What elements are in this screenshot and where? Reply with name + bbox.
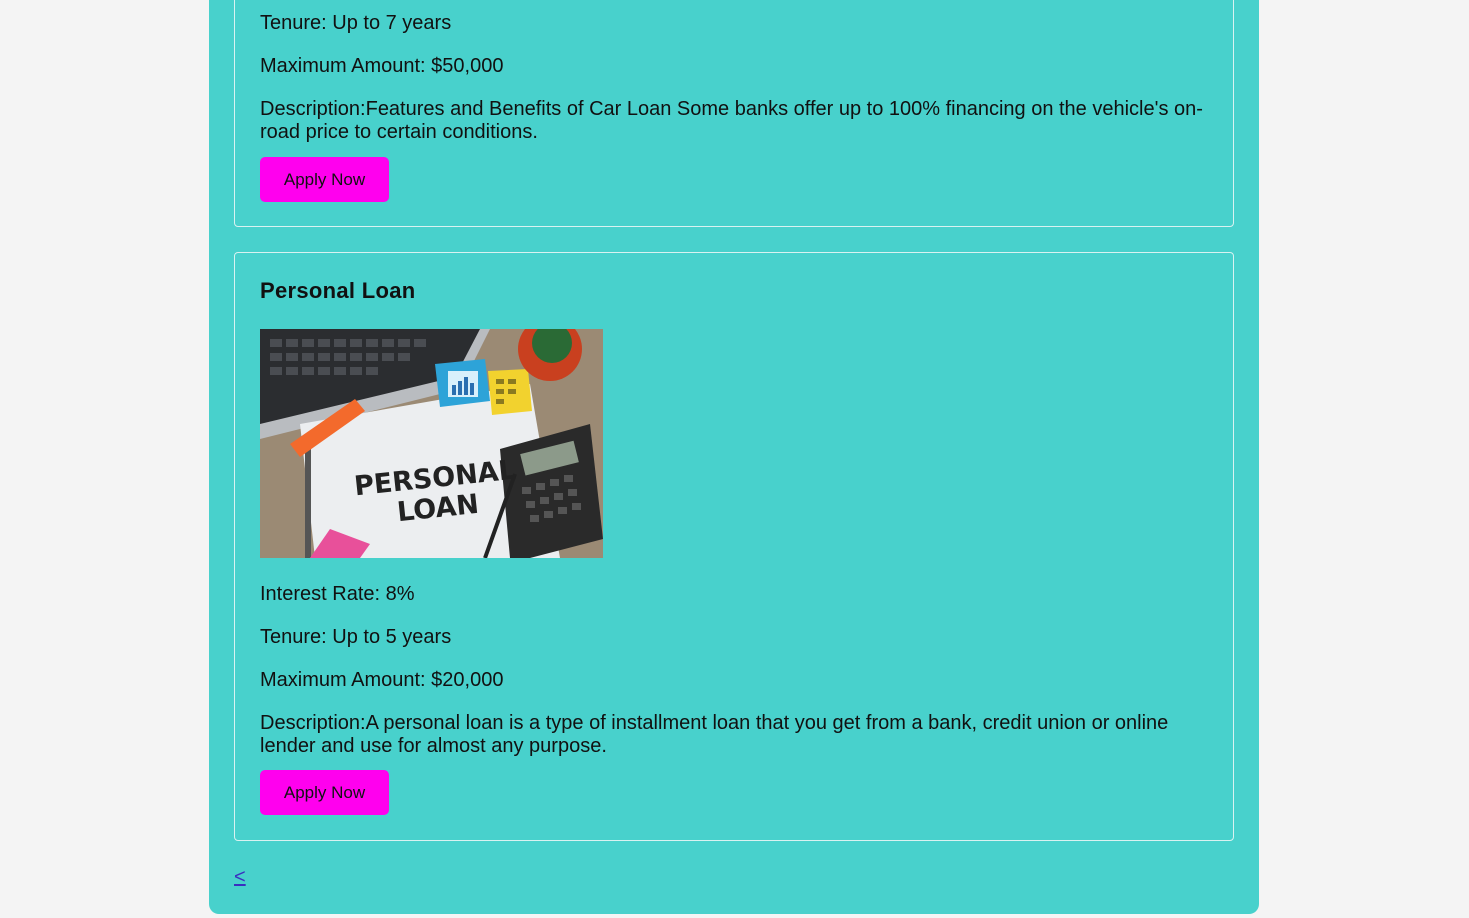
personal-loan-card: Personal Loan PERSONAL LOAN Interest Rat… [234,252,1234,841]
personal-loan-tenure: Tenure: Up to 5 years [260,626,452,648]
personal-loan-interest-rate: Interest Rate: 8% [260,583,415,605]
car-loan-card: Tenure: Up to 7 years Maximum Amount: $5… [234,0,1234,227]
personal-loan-description: Description:A personal loan is a type of… [260,712,1169,757]
personal-loan-image: PERSONAL LOAN [260,329,603,558]
car-loan-tenure: Tenure: Up to 7 years [260,12,452,34]
loans-container: Tenure: Up to 7 years Maximum Amount: $5… [209,0,1259,914]
personal-loan-title: Personal Loan [260,278,416,303]
car-loan-apply-button[interactable]: Apply Now [260,157,389,202]
car-loan-max-amount: Maximum Amount: $50,000 [260,55,504,77]
car-loan-description: Description:Features and Benefits of Car… [260,98,1203,143]
personal-loan-max-amount: Maximum Amount: $20,000 [260,669,504,691]
personal-loan-apply-button[interactable]: Apply Now [260,770,389,815]
previous-page-link[interactable]: < [234,866,246,889]
